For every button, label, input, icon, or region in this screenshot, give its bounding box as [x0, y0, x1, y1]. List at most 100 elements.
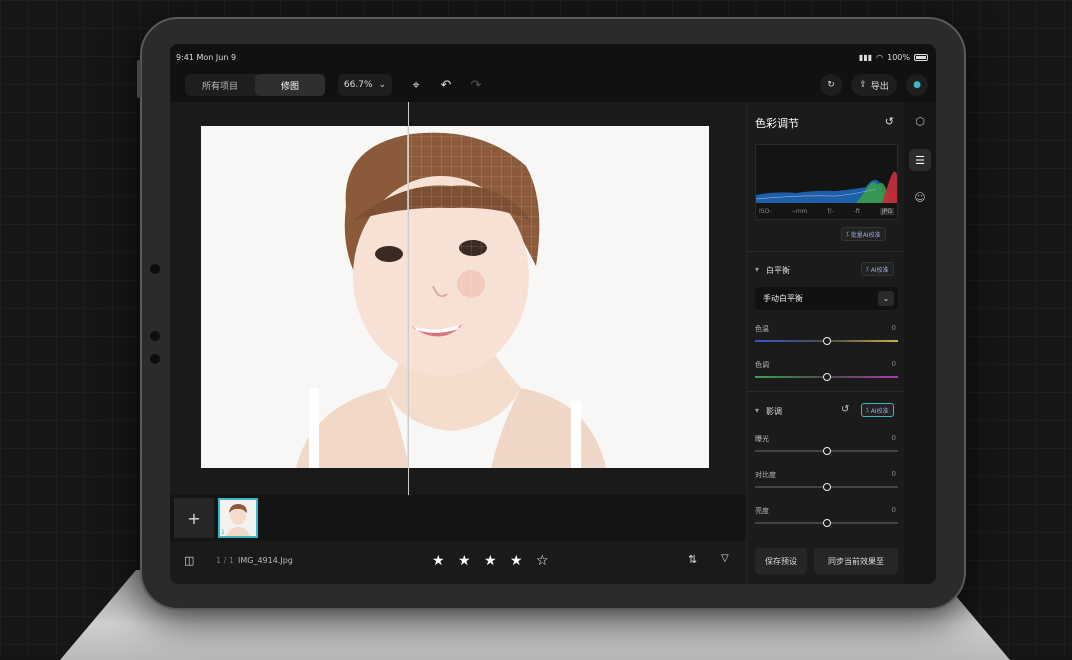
tab-all-projects[interactable]: 所有项目 [185, 74, 255, 96]
star-filled-icon[interactable]: ★ [510, 553, 523, 569]
export-button[interactable]: ⇪ 导出 [851, 74, 897, 96]
histogram-labels: ISO- --mm f/- -ft JPG [755, 208, 898, 215]
zoom-value: 66.7% [344, 80, 373, 90]
undo-icon[interactable]: ↶ [437, 76, 455, 94]
chevron-down-icon: ⌄ [878, 291, 894, 306]
slider-value-brightness: 0 [892, 506, 896, 514]
wb-mode-select[interactable]: 手动白平衡 ⌄ [755, 287, 898, 310]
sync-effect-button[interactable]: 同步当前效果至 [814, 548, 898, 574]
plus-icon: + [187, 509, 200, 528]
app-screen: 9:41 Mon Jun 9 ▮▮▮ ◠ 100% 所有项目 修图 66.7% … [170, 44, 936, 584]
tone-title: 影调 [766, 406, 782, 417]
divider [747, 391, 905, 392]
tone-ai-calibrate-button[interactable]: ⁒ AI校准 [861, 403, 894, 417]
star-filled-icon[interactable]: ★ [458, 553, 471, 569]
ai-icon: ⁒ [866, 266, 869, 273]
focal-label: --mm [792, 208, 808, 215]
save-preset-button[interactable]: 保存预设 [755, 548, 807, 574]
thumbnail-image [220, 500, 256, 536]
user-icon: ● [913, 80, 921, 90]
tone-ai-label: AI校准 [871, 406, 889, 415]
face-retouch-icon[interactable]: ☺ [909, 186, 931, 208]
slider-label-tint: 色调 [755, 360, 769, 370]
reset-icon[interactable]: ↺ [885, 115, 894, 128]
wb-ai-label: AI校准 [871, 265, 889, 274]
slider-value-temperature: 0 [892, 324, 896, 332]
tint-slider[interactable] [755, 376, 898, 378]
batch-ai-calibrate-button[interactable]: ⁒ 批量AI校准 [841, 227, 886, 241]
exposure-slider-knob[interactable] [823, 447, 831, 455]
status-right: ▮▮▮ ◠ 100% [859, 53, 928, 62]
share-icon: ⇪ [859, 80, 867, 90]
camera-dot [150, 264, 160, 274]
caret-down-icon[interactable]: ▾ [755, 406, 759, 415]
slider-value-exposure: 0 [892, 434, 896, 442]
aperture-label: f/- [827, 208, 833, 215]
wb-ai-calibrate-button[interactable]: ⁒ AI校准 [861, 262, 894, 276]
slider-value-tint: 0 [892, 360, 896, 368]
portrait-image [201, 126, 709, 468]
export-label: 导出 [871, 79, 889, 92]
exposure-label: -ft [854, 208, 861, 215]
format-label: JPG [880, 208, 894, 215]
history-icon: ↻ [827, 80, 835, 90]
caret-down-icon[interactable]: ▾ [755, 265, 759, 274]
histogram-graph [756, 145, 897, 203]
divider [747, 251, 905, 252]
cube-icon[interactable]: ⬡ [909, 110, 931, 132]
zoom-dropdown[interactable]: 66.7% ⌄ [338, 74, 392, 96]
ai-icon: ⁒ [866, 407, 869, 414]
page-counter: 1 / 1 [216, 556, 234, 565]
temperature-slider-knob[interactable] [823, 337, 831, 345]
wb-mode-value: 手动白平衡 [763, 293, 803, 304]
slider-label-temperature: 色温 [755, 324, 769, 334]
tint-slider-knob[interactable] [823, 373, 831, 381]
photo-thumbnail[interactable]: 1 [218, 498, 258, 538]
filename: IMG_4914.Jpg [238, 556, 293, 565]
contrast-slider[interactable] [755, 486, 898, 488]
white-balance-title: 白平衡 [766, 265, 790, 276]
crosshair-icon[interactable]: ⌖ [407, 76, 425, 94]
photo-canvas[interactable] [170, 102, 746, 495]
slider-label-exposure: 曝光 [755, 434, 769, 444]
redo-icon[interactable]: ↷ [467, 76, 485, 94]
compare-split-line[interactable] [408, 102, 409, 495]
battery-percent: 100% [887, 53, 910, 62]
status-bar: 9:41 Mon Jun 9 ▮▮▮ ◠ 100% [170, 44, 936, 70]
contrast-slider-knob[interactable] [823, 483, 831, 491]
filter-icon[interactable]: ▽ [721, 553, 729, 564]
chevron-down-icon: ⌄ [379, 80, 387, 90]
tone-reset-icon[interactable]: ↺ [841, 404, 849, 415]
sort-icon[interactable]: ⇅ [688, 553, 697, 566]
tab-edit[interactable]: 修图 [255, 74, 325, 96]
thumbnail-index: 1 [221, 529, 225, 536]
wifi-icon: ◠ [876, 53, 883, 62]
top-toolbar: 所有项目 修图 66.7% ⌄ ⌖ ↶ ↷ ↻ ⇪ 导出 ● [170, 70, 936, 102]
exposure-slider[interactable] [755, 450, 898, 452]
star-filled-icon[interactable]: ★ [432, 553, 445, 569]
filmstrip: + 1 [170, 495, 746, 541]
panel-title: 色彩调节 [755, 115, 799, 131]
star-filled-icon[interactable]: ★ [484, 553, 497, 569]
sliders-icon[interactable]: ☰ [909, 149, 931, 171]
slider-value-contrast: 0 [892, 470, 896, 478]
compare-toggle-icon[interactable]: ◫ [184, 554, 194, 567]
bottom-bar: ◫ 1 / 1 IMG_4914.Jpg ★ ★ ★ ★ ☆ ⇅ ▽ [170, 541, 746, 584]
battery-icon [914, 54, 928, 61]
user-avatar-button[interactable]: ● [906, 74, 928, 96]
mode-segmented-control: 所有项目 修图 [185, 74, 325, 96]
brightness-slider[interactable] [755, 522, 898, 524]
brightness-slider-knob[interactable] [823, 519, 831, 527]
adjustment-panel: 色彩调节 ↺ ISO- --mm f/- -ft JPG ⁒ 批量AI校准 ▾ … [746, 102, 904, 584]
history-button[interactable]: ↻ [820, 74, 842, 96]
temperature-slider[interactable] [755, 340, 898, 342]
add-photo-button[interactable]: + [174, 498, 214, 538]
iso-label: ISO- [759, 208, 772, 215]
portrait-photo [201, 126, 709, 468]
batch-ai-label: 批量AI校准 [851, 230, 881, 239]
tablet-side-button [137, 60, 141, 98]
star-empty-icon[interactable]: ☆ [536, 553, 549, 569]
slider-label-brightness: 亮度 [755, 506, 769, 516]
signal-icon: ▮▮▮ [859, 53, 872, 62]
camera-dot [150, 331, 160, 341]
